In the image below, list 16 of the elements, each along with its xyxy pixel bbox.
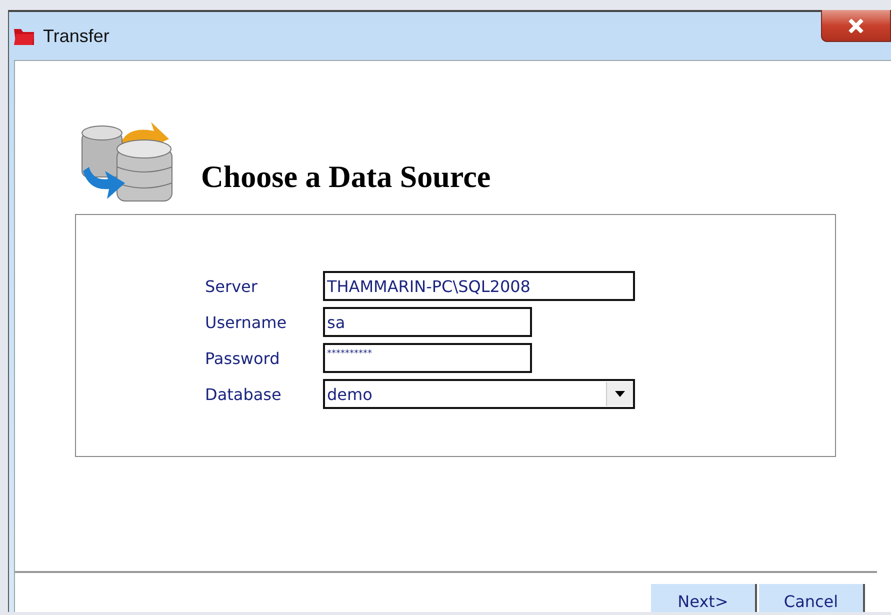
next-button[interactable]: Next> [651,584,757,612]
text-field[interactable]: THAMMARIN-PC\SQL2008 [323,271,635,301]
text-field[interactable]: sa [323,307,532,337]
password-field[interactable]: ********** [323,343,532,373]
field-label: Username [205,312,288,332]
field-label: Database [205,384,282,404]
field-label: Password [205,348,281,368]
folder-icon [13,26,35,46]
page-heading: Choose a Data Source [201,159,491,195]
cancel-button[interactable]: Cancel [759,584,865,612]
close-icon [848,18,864,32]
caret-icon [615,391,625,397]
close-button[interactable] [821,10,891,42]
field-label: Server [205,276,258,296]
database-dropdown[interactable]: demo [323,379,635,409]
window-title: Transfer [43,26,110,46]
